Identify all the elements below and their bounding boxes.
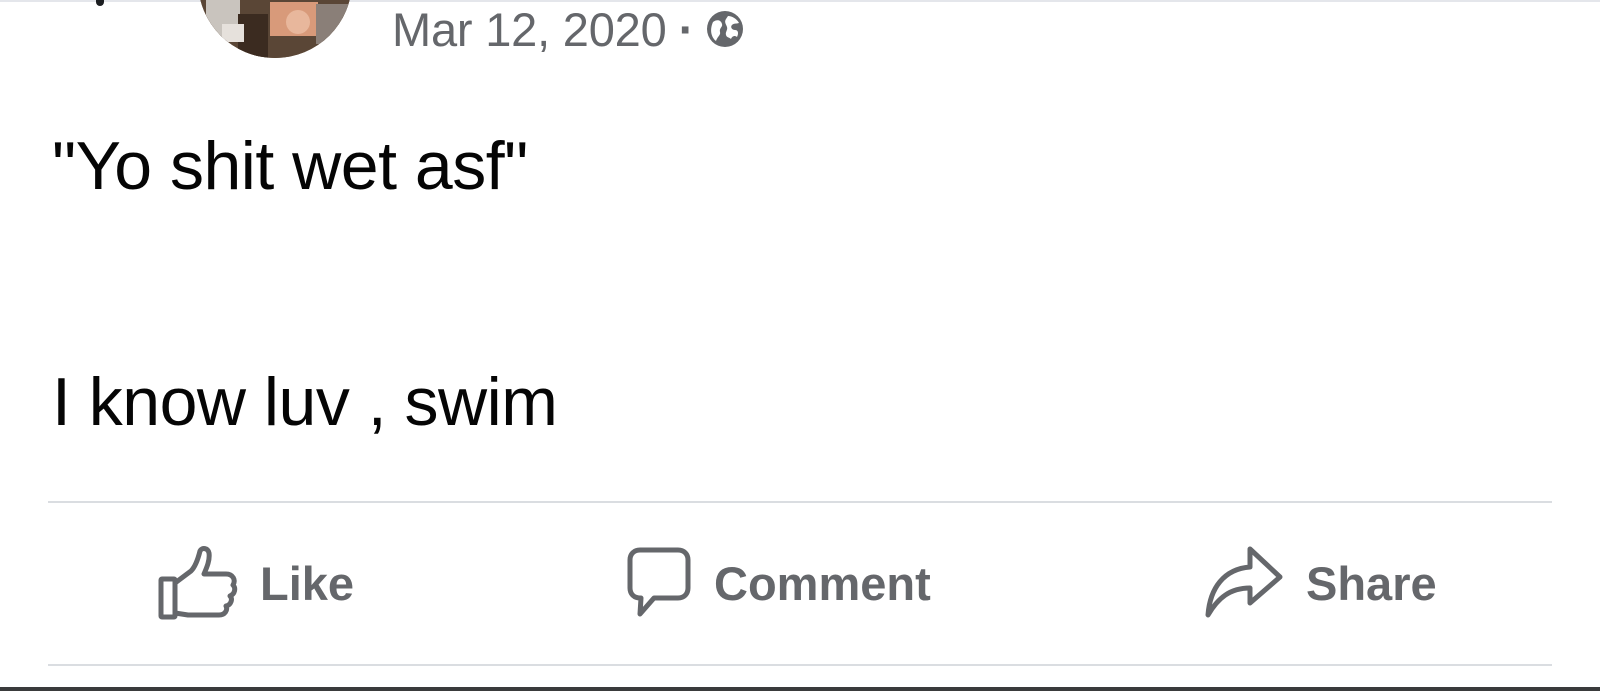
facebook-post: Mar 12, 2020 · "Yo shit wet asf" I know … [0, 0, 1600, 691]
thumbs-up-icon [158, 546, 238, 620]
share-label: Share [1306, 556, 1437, 610]
divider-above-actions [48, 501, 1552, 503]
comment-label: Comment [714, 556, 931, 610]
post-text-line-1: "Yo shit wet asf" [52, 128, 528, 204]
post-text-line-2: I know luv , swim [52, 364, 558, 440]
like-label: Like [260, 556, 355, 610]
comment-button[interactable]: Comment [626, 540, 931, 626]
meta-separator: · [678, 2, 695, 56]
avatar[interactable] [198, 0, 352, 58]
post-date[interactable]: Mar 12, 2020 [392, 6, 667, 53]
globe-icon[interactable] [704, 8, 746, 50]
avatar-photo [198, 0, 352, 58]
bottom-border [0, 687, 1600, 691]
divider-below-actions [48, 664, 1552, 666]
share-arrow-icon [1205, 546, 1283, 618]
cropped-header-icon [96, 0, 104, 6]
like-button[interactable]: Like [158, 540, 354, 626]
post-meta: Mar 12, 2020 · [392, 4, 746, 54]
share-button[interactable]: Share [1204, 540, 1437, 626]
comment-bubble-icon [627, 547, 691, 617]
